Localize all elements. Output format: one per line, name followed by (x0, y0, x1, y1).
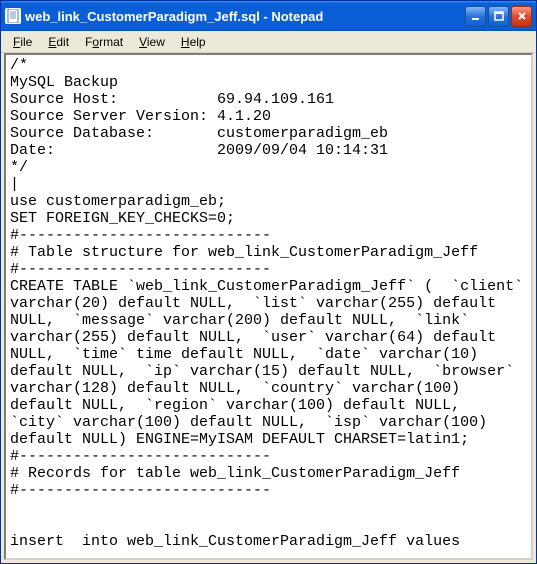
menubar: File Edit Format View Help (1, 31, 536, 53)
menu-format[interactable]: Format (77, 33, 131, 51)
close-button[interactable] (511, 6, 532, 27)
editor-container: /* MySQL Backup Source Host: 69.94.109.1… (4, 53, 533, 560)
minimize-button[interactable] (465, 6, 486, 27)
maximize-button[interactable] (488, 6, 509, 27)
menu-help[interactable]: Help (173, 33, 214, 51)
window-title: web_link_CustomerParadigm_Jeff.sql - Not… (25, 9, 465, 24)
menu-file[interactable]: File (5, 33, 40, 51)
window-controls (465, 6, 532, 27)
text-editor[interactable]: /* MySQL Backup Source Host: 69.94.109.1… (6, 55, 531, 558)
titlebar: web_link_CustomerParadigm_Jeff.sql - Not… (1, 1, 536, 31)
notepad-icon (5, 8, 21, 24)
menu-edit[interactable]: Edit (40, 33, 77, 51)
menu-view[interactable]: View (131, 33, 173, 51)
